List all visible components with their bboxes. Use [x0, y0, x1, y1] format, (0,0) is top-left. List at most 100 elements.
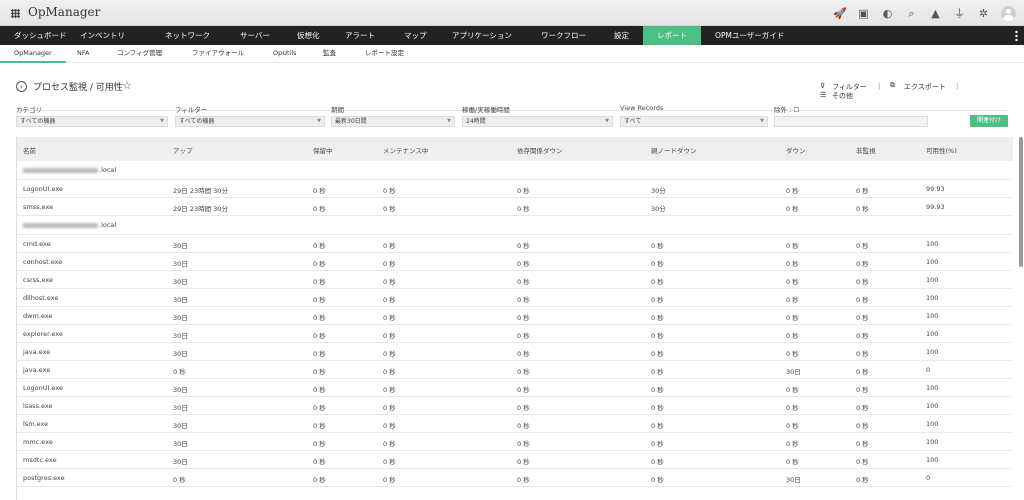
subnav-tab-3[interactable]: ファイアウォール — [192, 45, 244, 63]
cell-5: 0 秒 — [651, 242, 664, 250]
subnav-tab-1[interactable]: NFA — [77, 45, 89, 63]
cell-3: 0 秒 — [383, 386, 396, 394]
process-name[interactable]: dwm.exe — [23, 312, 52, 320]
nav-item-10[interactable]: レポート — [643, 26, 701, 45]
cell-5: 0 秒 — [651, 350, 664, 358]
nav-item-1[interactable]: インベントリ — [80, 26, 125, 45]
exclude-label[interactable]: 除外 : ☐ — [774, 104, 799, 114]
subnav-tab-4[interactable]: OpUtils — [273, 45, 297, 63]
presentation-icon[interactable]: ▣ — [857, 7, 870, 20]
filter-icon[interactable]: ⊽ — [820, 82, 825, 90]
back-button[interactable]: ‹ — [16, 81, 27, 92]
headset-icon[interactable]: ◐ — [881, 7, 894, 20]
plug-icon[interactable]: ⏚ — [953, 7, 966, 20]
subnav-tab-0[interactable]: OpManager — [0, 45, 66, 63]
bell-icon[interactable]: ▲ — [929, 7, 942, 20]
gear-icon[interactable]: ✲ — [977, 7, 990, 20]
uptime-select[interactable]: 24時間 ▼ — [462, 116, 613, 127]
cell-6: 30日 — [786, 476, 801, 484]
subnav-tab-6[interactable]: レポート設定 — [365, 45, 404, 63]
nav-item-0[interactable]: ダッシュボード — [14, 26, 67, 45]
table-row: dwm.exe 30日 0 秒 0 秒 0 秒 0 秒 0 秒 0 秒 100 — [17, 307, 1013, 325]
column-header[interactable]: メンテナンス中 — [383, 145, 428, 155]
cell-1: 30日 — [173, 440, 188, 448]
nav-item-2[interactable]: ネットワーク — [165, 26, 210, 45]
column-header[interactable]: 保留中 — [313, 145, 333, 155]
favorite-star-icon[interactable]: ☆ — [122, 79, 132, 92]
column-header[interactable]: 可用性(%) — [926, 145, 957, 155]
export-action[interactable]: エクスポート — [904, 82, 946, 92]
submit-button[interactable]: 関連付け — [970, 115, 1008, 127]
process-name[interactable]: LogonUI.exe — [23, 384, 63, 392]
category-select[interactable]: すべての機器 ▼ — [16, 116, 168, 127]
column-header[interactable]: 名前 — [23, 145, 36, 155]
period-label: 期間 — [331, 106, 344, 114]
cell-1: 30日 — [173, 278, 188, 286]
nav-item-9[interactable]: 設定 — [614, 26, 629, 45]
category-value: すべての機器 — [20, 118, 56, 125]
cell-8: 100 — [926, 258, 939, 266]
menu-icon[interactable]: ☰ — [820, 91, 826, 99]
process-name[interactable]: conhost.exe — [23, 258, 62, 266]
nav-item-8[interactable]: ワークフロー — [541, 26, 586, 45]
cell-4: 0 秒 — [517, 404, 530, 412]
cell-8: 100 — [926, 312, 939, 320]
process-name[interactable]: LogonUI.exe — [23, 185, 63, 193]
nav-item-3[interactable]: サーバー — [240, 26, 270, 45]
column-header[interactable]: 親ノードダウン — [651, 145, 697, 155]
process-name[interactable]: lsass.exe — [23, 402, 53, 410]
process-name[interactable]: dllhost.exe — [23, 294, 58, 302]
exclude-input[interactable] — [774, 116, 928, 127]
process-name[interactable]: java.exe — [23, 348, 50, 356]
cell-7: 0 秒 — [856, 386, 869, 394]
cell-4: 0 秒 — [517, 350, 530, 358]
nav-item-6[interactable]: マップ — [404, 26, 427, 45]
cell-2: 0 秒 — [313, 422, 326, 430]
host-name[interactable]: .local — [23, 166, 116, 174]
cell-6: 0 秒 — [786, 260, 799, 268]
process-name[interactable]: msdtc.exe — [23, 456, 57, 464]
process-name[interactable]: smss.exe — [23, 203, 53, 211]
scrollbar[interactable] — [1019, 137, 1023, 267]
app-grid-icon[interactable] — [11, 9, 20, 18]
cell-4: 0 秒 — [517, 458, 530, 466]
view-records-select[interactable]: すべて ▼ — [620, 116, 768, 127]
user-avatar[interactable] — [1001, 6, 1016, 21]
process-name[interactable]: explorer.exe — [23, 330, 63, 338]
subnav-tab-2[interactable]: コンフィグ管理 — [117, 45, 162, 63]
column-header[interactable]: 依存関係ダウン — [517, 145, 563, 155]
search-icon[interactable]: ⌕ — [905, 7, 918, 20]
rocket-icon[interactable]: 🚀 — [833, 7, 847, 20]
subnav-tab-5[interactable]: 監査 — [323, 45, 336, 63]
host-name[interactable]: .local — [23, 221, 116, 229]
process-name[interactable]: postgres.exe — [23, 474, 65, 482]
process-name[interactable]: csrss.exe — [23, 276, 53, 284]
group-row: .local — [17, 216, 1013, 235]
column-header[interactable]: ダウン — [786, 145, 806, 155]
more-vert-icon[interactable] — [1015, 30, 1018, 41]
column-header[interactable]: アップ — [173, 145, 193, 155]
cell-7: 0 秒 — [856, 205, 869, 213]
process-name[interactable]: java.exe — [23, 366, 50, 374]
export-icon[interactable]: ⧉ — [890, 81, 895, 90]
nav-item-5[interactable]: アラート — [345, 26, 375, 45]
more-action[interactable]: その他 — [832, 91, 853, 101]
table-row: LogonUI.exe 29日 23時間 30分 0 秒 0 秒 0 秒 30分 0 秒 0 … — [17, 180, 1013, 198]
filter-select[interactable]: すべての機器 ▼ — [175, 116, 325, 127]
nav-item-4[interactable]: 仮想化 — [297, 26, 320, 45]
chevron-down-icon: ▼ — [317, 118, 321, 124]
cell-5: 0 秒 — [651, 314, 664, 322]
column-header[interactable]: 非監視 — [856, 145, 876, 155]
cell-8: 99.93 — [926, 203, 945, 211]
cell-8: 100 — [926, 420, 939, 428]
process-name[interactable]: cmd.exe — [23, 240, 51, 248]
period-select[interactable]: 最新30日間 ▼ — [331, 116, 455, 127]
process-name[interactable]: mmc.exe — [23, 438, 53, 446]
process-name[interactable]: lsm.exe — [23, 420, 48, 428]
cell-7: 0 秒 — [856, 404, 869, 412]
period-value: 最新30日間 — [335, 118, 367, 125]
nav-item-7[interactable]: アプリケーション — [452, 26, 512, 45]
nav-item-11[interactable]: OPMユーザーガイド — [715, 26, 784, 45]
cell-6: 0 秒 — [786, 242, 799, 250]
cell-5: 0 秒 — [651, 476, 664, 484]
